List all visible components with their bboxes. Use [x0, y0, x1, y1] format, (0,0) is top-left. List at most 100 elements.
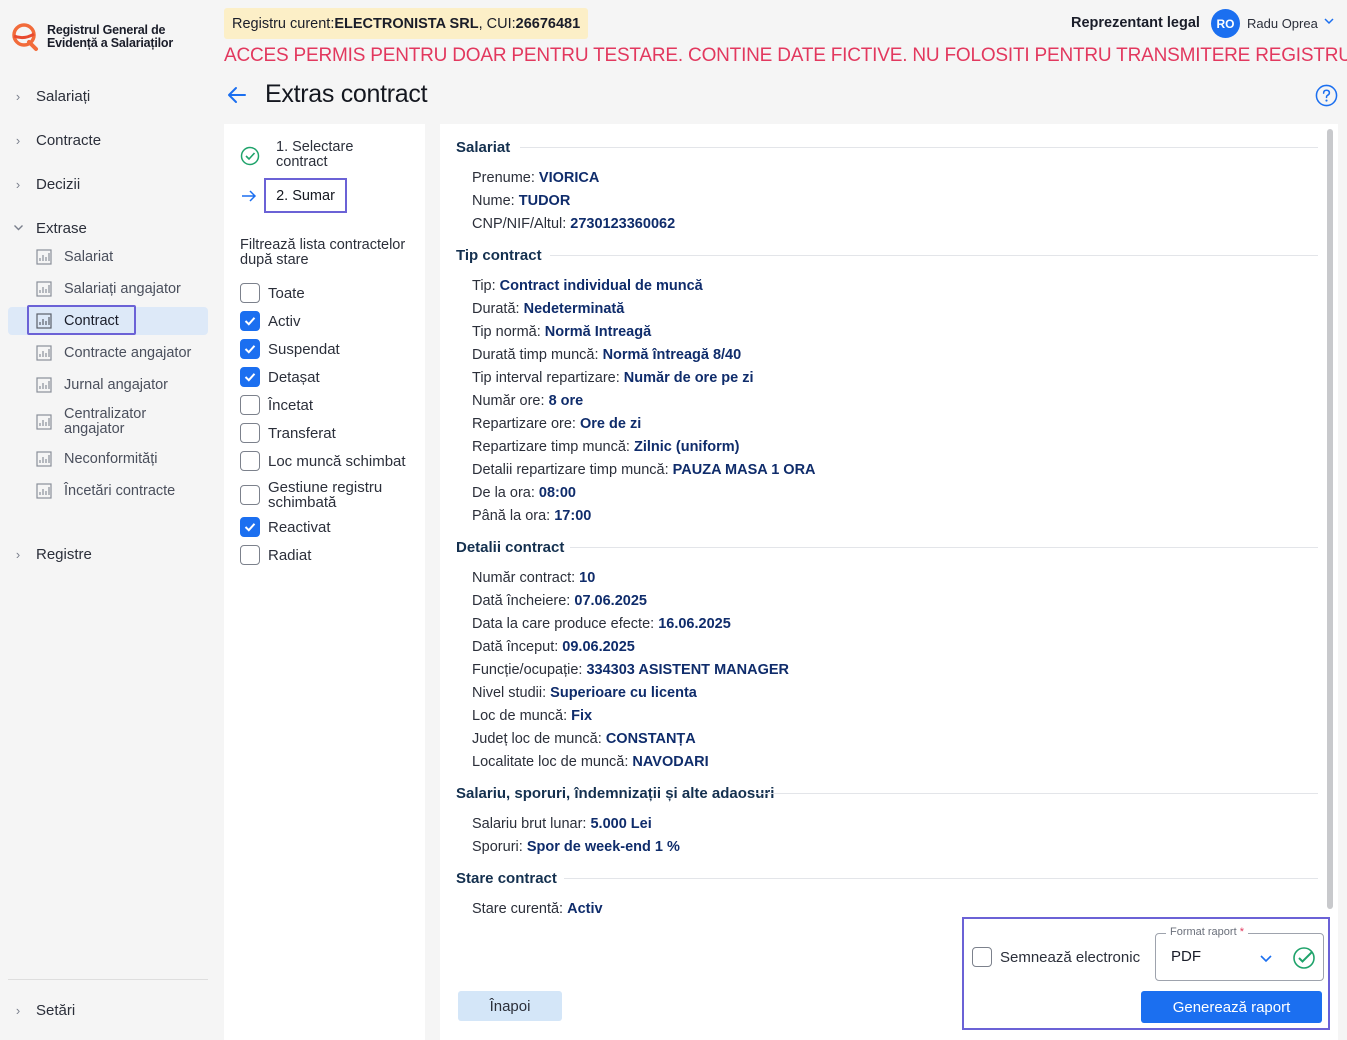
back-button[interactable]: Înapoi [458, 991, 562, 1021]
scrollbar[interactable] [1327, 129, 1333, 909]
field-value: 17:00 [554, 508, 592, 524]
sidebar-subitem-salariat[interactable]: Salariat [8, 243, 208, 271]
sidebar-item-extrase[interactable]: Extrase [0, 220, 87, 237]
filter-label: Activ [268, 312, 301, 330]
sidebar-item-label: Setări [36, 1002, 76, 1019]
registry-cui: 26676481 [515, 15, 581, 32]
field-label: Detalii repartizare timp muncă: [472, 462, 673, 478]
filter-loc-munca-schimbat[interactable]: Loc muncă schimbat [240, 451, 406, 471]
field-label: CNP/NIF/Altul: [472, 216, 571, 232]
field-value: Ore de zi [580, 416, 642, 432]
report-icon [36, 414, 54, 430]
checkbox[interactable] [240, 485, 260, 505]
field-pana-la-ora: Până la ora: 17:00 [472, 508, 591, 524]
field-label: Dată început: [472, 639, 563, 655]
field-label: Sporuri: [472, 839, 527, 855]
sidebar-item-salariati[interactable]: › Salariați [0, 88, 90, 105]
chevron-right-icon: › [15, 177, 21, 192]
checkbox-checked[interactable] [240, 311, 260, 331]
sidebar-item-contracte[interactable]: › Contracte [0, 132, 101, 149]
filter-label: Detașat [268, 368, 320, 386]
generate-report-button[interactable]: Generează raport [1141, 991, 1322, 1023]
checkbox-checked[interactable] [240, 339, 260, 359]
chevron-down-icon[interactable] [1258, 950, 1274, 966]
step-selectare-contract[interactable]: 1. Selectare contract [276, 140, 396, 170]
field-value: 10 [579, 570, 596, 586]
field-value: 08:00 [538, 485, 576, 501]
report-icon [36, 345, 54, 361]
filter-activ[interactable]: Activ [240, 311, 301, 331]
chevron-down-icon [0, 221, 36, 236]
field-prenume: Prenume: VIORICA [472, 170, 599, 186]
test-warning-banner: ACCES PERMIS PENTRU DOAR PENTRU TESTARE.… [224, 45, 1347, 66]
sidebar-subitem-contracte-angajator[interactable]: Contracte angajator [8, 339, 208, 367]
format-select[interactable]: Format raport * PDF [1155, 926, 1324, 981]
field-label: Durată timp muncă: [472, 347, 603, 363]
sidebar-subitem-neconformitati[interactable]: Neconformități [8, 445, 208, 473]
field-label: Tip: [472, 278, 500, 294]
summary-panel: Salariat Prenume: VIORICA Nume: TUDOR CN… [440, 124, 1338, 1040]
field-data-incheiere: Dată încheiere: 07.06.2025 [472, 593, 647, 609]
sidebar-item-registre[interactable]: › Registre [0, 546, 92, 563]
filter-toate[interactable]: Toate [240, 283, 305, 303]
filter-gestiune-registru[interactable]: Gestiune registru schimbată [240, 480, 398, 510]
checkbox-checked[interactable] [240, 517, 260, 537]
sidebar-item-decizii[interactable]: › Decizii [0, 176, 80, 193]
avatar[interactable]: RO [1211, 9, 1240, 38]
checkbox[interactable] [240, 395, 260, 415]
chevron-right-icon: › [15, 133, 21, 148]
checkbox[interactable] [240, 451, 260, 471]
step-sumar[interactable]: 2. Sumar [264, 178, 347, 213]
checkbox[interactable] [240, 423, 260, 443]
field-localitate: Localitate loc de muncă: NAVODARI [472, 754, 709, 770]
field-value: Fix [571, 708, 593, 724]
sidebar-subitem-label: Neconformități [64, 451, 158, 467]
field-stare-curenta: Stare curentă: Activ [472, 901, 603, 917]
field-value: 2730123360062 [570, 216, 676, 232]
sidebar-subitem-incetari-contracte[interactable]: Încetări contracte [8, 477, 208, 505]
checkbox[interactable] [240, 283, 260, 303]
filter-transferat[interactable]: Transferat [240, 423, 336, 443]
registry-prefix: Registru curent: [232, 15, 335, 32]
field-tip-norma: Tip normă: Normă Intreagă [472, 324, 651, 340]
chevron-right-icon: › [15, 1003, 21, 1018]
filter-label: Gestiune registru schimbată [268, 479, 383, 511]
field-tip-interval: Tip interval repartizare: Număr de ore p… [472, 370, 754, 386]
back-arrow-icon[interactable] [225, 83, 249, 107]
section-title-stare-contract: Stare contract [456, 870, 557, 887]
sidebar-item-label: Contracte [36, 132, 102, 149]
filter-suspendat[interactable]: Suspendat [240, 339, 340, 359]
field-numar-contract: Număr contract: 10 [472, 570, 595, 586]
filter-detasat[interactable]: Detașat [240, 367, 320, 387]
field-label: Data la care produce efecte: [472, 616, 659, 632]
filter-reactivat[interactable]: Reactivat [240, 517, 331, 537]
filter-radiat[interactable]: Radiat [240, 545, 311, 565]
field-value: Normă Intreagă [544, 324, 652, 340]
field-label: Număr ore: [472, 393, 549, 409]
sidebar-subitem-jurnal-angajator[interactable]: Jurnal angajator [8, 371, 208, 399]
checkbox[interactable] [240, 545, 260, 565]
field-label: Funcție/ocupație: [472, 662, 587, 678]
app-logo[interactable]: Registrul General de Evidență a Salariaț… [10, 22, 173, 52]
chevron-down-icon[interactable] [1322, 14, 1336, 28]
field-value: Contract individual de muncă [499, 278, 703, 294]
help-icon[interactable] [1315, 84, 1338, 107]
section-title-salariat: Salariat [456, 139, 511, 156]
field-de-la-ora: De la ora: 08:00 [472, 485, 576, 501]
report-icon [36, 483, 54, 499]
checkbox[interactable] [972, 947, 992, 967]
sign-electronic-toggle[interactable]: Semnează electronic [972, 947, 1140, 967]
field-value: Superioare cu licenta [550, 685, 697, 701]
report-icon [36, 451, 54, 467]
sidebar-subitem-salariati-angajator[interactable]: Salariați angajator [8, 275, 208, 303]
sidebar-subitem-contract[interactable]: Contract [8, 307, 208, 335]
sidebar-subitem-label: Jurnal angajator [64, 377, 168, 393]
field-value: 16.06.2025 [658, 616, 731, 632]
field-value: NAVODARI [632, 754, 709, 770]
user-name[interactable]: Radu Oprea [1247, 16, 1318, 31]
field-value: TUDOR [518, 193, 571, 209]
sidebar-item-setari[interactable]: › Setări [0, 1002, 75, 1019]
sidebar-subitem-centralizator-angajator[interactable]: Centralizator angajator [8, 404, 208, 440]
filter-incetat[interactable]: Încetat [240, 395, 313, 415]
checkbox-checked[interactable] [240, 367, 260, 387]
